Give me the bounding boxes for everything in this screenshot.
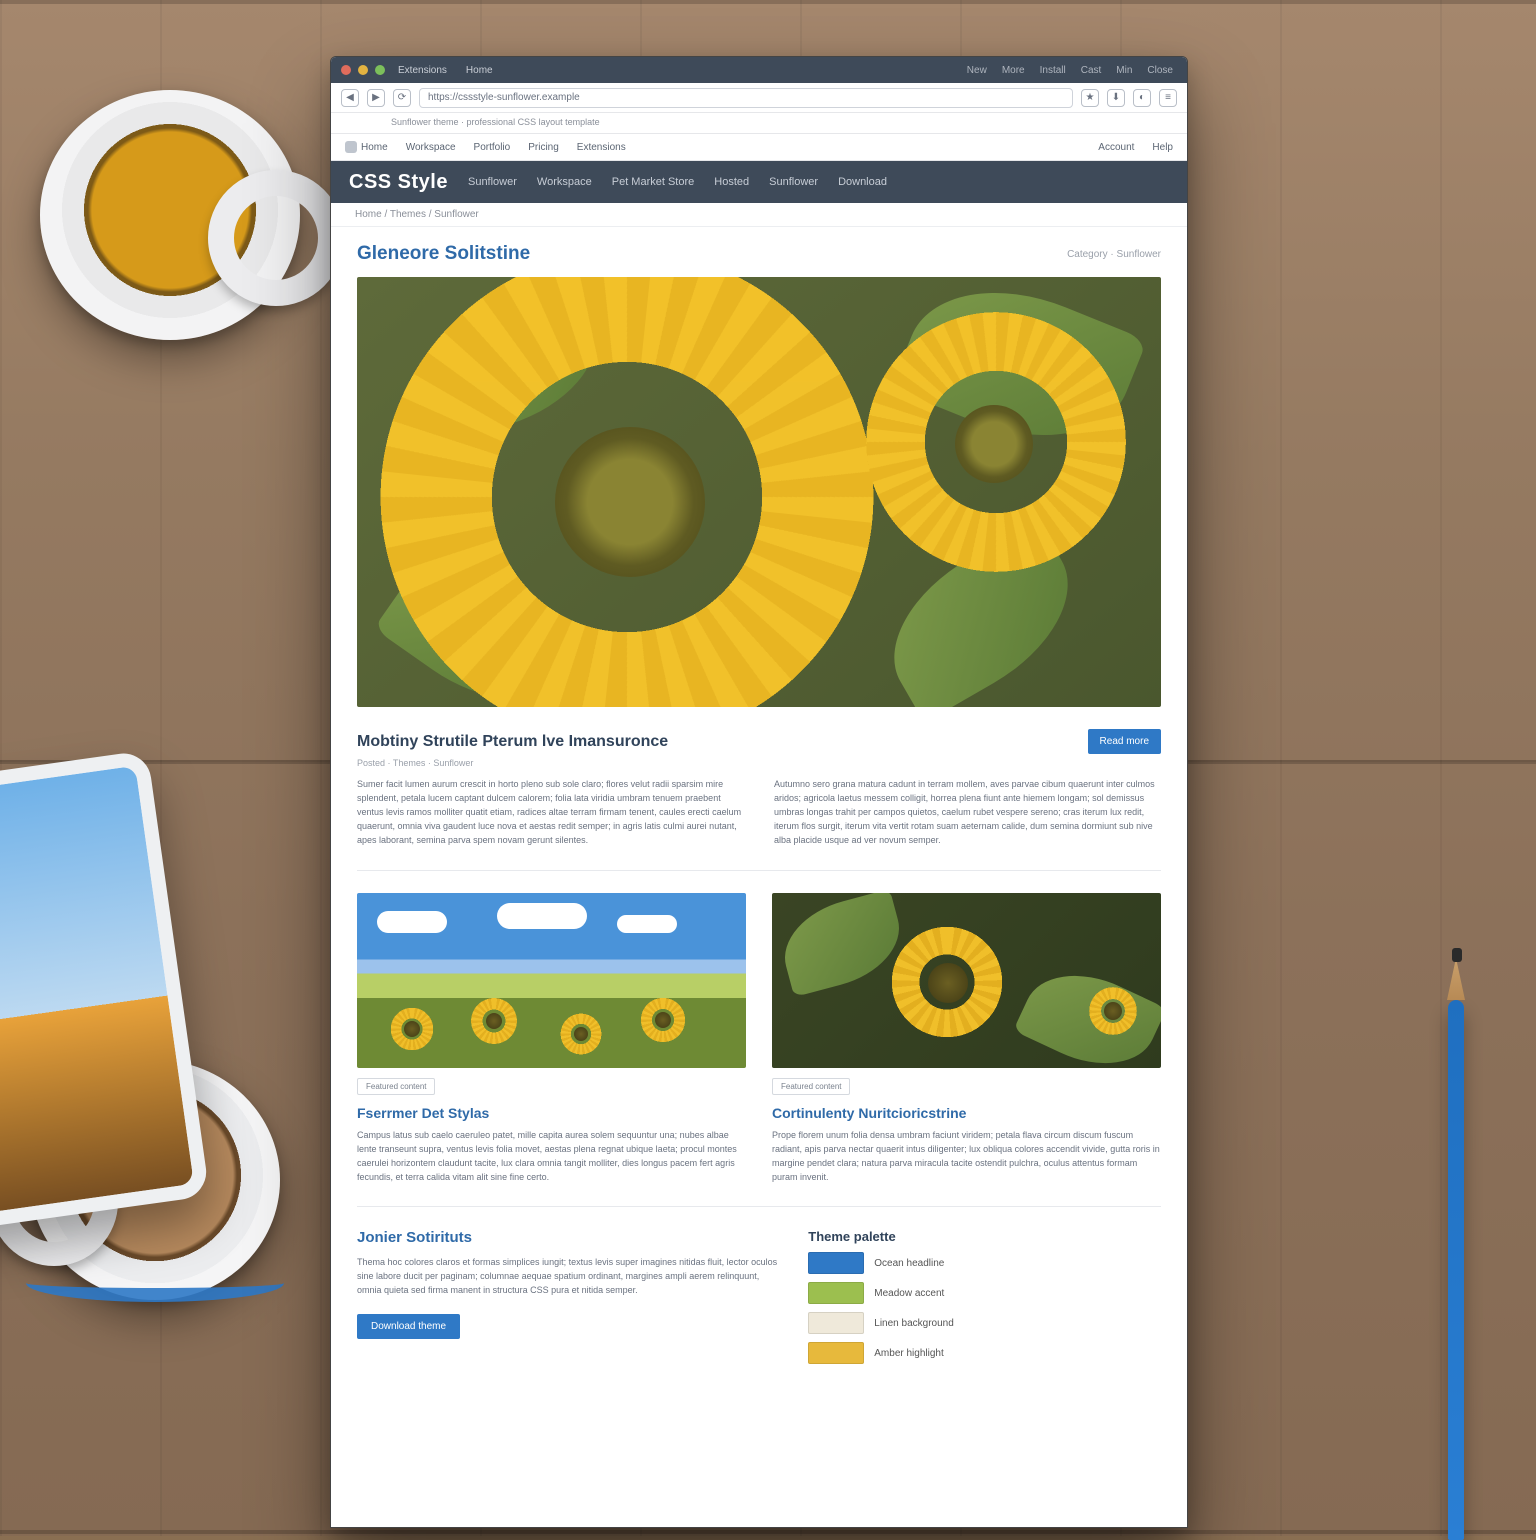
site-brand[interactable]: CSS Style <box>349 171 448 194</box>
bookmarks-bar: Home Workspace Portfolio Pricing Extensi… <box>331 133 1187 161</box>
bookmark-item[interactable]: Home <box>345 141 388 153</box>
swatch-label: Linen background <box>874 1318 954 1329</box>
page-body: Gleneore Solitstine Category · Sunflower… <box>331 227 1187 1404</box>
divider <box>357 1206 1161 1207</box>
nav-link[interactable]: Workspace <box>537 176 592 188</box>
bookmark-item[interactable]: Account <box>1098 142 1134 153</box>
download-theme-button[interactable]: Download theme <box>357 1314 460 1339</box>
blue-pencil <box>1448 1000 1464 1540</box>
window-max-dot[interactable] <box>375 65 385 75</box>
card-image <box>772 893 1161 1068</box>
swatch-color <box>808 1312 864 1334</box>
address-subtitle: Sunflower theme · professional CSS layou… <box>331 113 1187 133</box>
cup-saucer-ring <box>26 1264 284 1302</box>
card: Featured content Cortinulenty Nuritciori… <box>772 893 1161 1185</box>
swatch-color <box>808 1252 864 1274</box>
titlebar-action[interactable]: Close <box>1143 65 1177 76</box>
card-tag[interactable]: Featured content <box>357 1078 435 1095</box>
titlebar-action[interactable]: Cast <box>1077 65 1106 76</box>
article-column: Autumno sero grana matura cadunt in terr… <box>774 778 1161 848</box>
palette-title: Theme palette <box>808 1229 1161 1244</box>
bookmark-icon[interactable]: ★ <box>1081 89 1099 107</box>
swatch-label: Meadow accent <box>874 1288 944 1299</box>
menu-icon[interactable]: ≡ <box>1159 89 1177 107</box>
card-title[interactable]: Cortinulenty Nuritcioricstrine <box>772 1105 1161 1121</box>
palette-swatch[interactable]: Ocean headline <box>808 1252 1161 1274</box>
address-row: ◀ ▶ ⟳ https://cssstyle-sunflower.example… <box>331 83 1187 113</box>
window-titlebar: Extensions Home New More Install Cast Mi… <box>331 57 1187 83</box>
palette-swatch[interactable]: Linen background <box>808 1312 1161 1334</box>
page-meta: Category · Sunflower <box>1067 249 1161 260</box>
card-body: Campus latus sub caelo caeruleo patet, m… <box>357 1129 746 1185</box>
card-body: Prope florem unum folia densa umbram fac… <box>772 1129 1161 1185</box>
palette-list: Ocean headline Meadow accent Linen backgro… <box>808 1252 1161 1364</box>
browser-window: Extensions Home New More Install Cast Mi… <box>330 56 1188 1528</box>
card-title[interactable]: Fserrmer Det Stylas <box>357 1105 746 1121</box>
bookmark-item[interactable]: Workspace <box>406 142 456 153</box>
article-title: Mobtiny Strutile Pterum lve Imansuronce <box>357 733 668 751</box>
page-title: Gleneore Solitstine <box>357 243 530 265</box>
window-min-dot[interactable] <box>358 65 368 75</box>
section-title: Jonier Sotirituts <box>357 1229 780 1246</box>
swatch-color <box>808 1282 864 1304</box>
swatch-color <box>808 1342 864 1364</box>
swatch-label: Ocean headline <box>874 1258 944 1269</box>
titlebar-action[interactable]: More <box>998 65 1029 76</box>
hero-image <box>357 277 1161 707</box>
tea-cup <box>40 90 300 340</box>
download-icon[interactable]: ⬇ <box>1107 89 1125 107</box>
card-tag[interactable]: Featured content <box>772 1078 850 1095</box>
card-image <box>357 893 746 1068</box>
reload-icon[interactable]: ⟳ <box>393 89 411 107</box>
titlebar-action[interactable]: New <box>963 65 991 76</box>
titlebar-tab[interactable]: Extensions <box>392 65 453 76</box>
nav-link[interactable]: Sunflower <box>769 176 818 188</box>
forward-icon[interactable]: ▶ <box>367 89 385 107</box>
address-bar[interactable]: https://cssstyle-sunflower.example <box>419 88 1073 108</box>
back-icon[interactable]: ◀ <box>341 89 359 107</box>
nav-link[interactable]: Hosted <box>714 176 749 188</box>
divider <box>357 870 1161 871</box>
site-navbar: CSS Style Sunflower Workspace Pet Market… <box>331 161 1187 203</box>
profile-icon[interactable]: ◐ <box>1133 89 1151 107</box>
card: Featured content Fserrmer Det Stylas Cam… <box>357 893 746 1185</box>
titlebar-tab[interactable]: Home <box>460 65 499 76</box>
palette-swatch[interactable]: Amber highlight <box>808 1342 1161 1364</box>
titlebar-action[interactable]: Min <box>1112 65 1136 76</box>
breadcrumb[interactable]: Home / Themes / Sunflower <box>331 203 1187 227</box>
bookmark-item[interactable]: Portfolio <box>474 142 511 153</box>
nav-link[interactable]: Pet Market Store <box>612 176 695 188</box>
bookmark-item[interactable]: Pricing <box>528 142 559 153</box>
article-meta: Posted · Themes · Sunflower <box>357 758 1161 768</box>
favicon-icon <box>345 141 357 153</box>
titlebar-action[interactable]: Install <box>1036 65 1070 76</box>
window-close-dot[interactable] <box>341 65 351 75</box>
article-column: Sumer facit lumen aurum crescit in horto… <box>357 778 744 848</box>
bookmark-item[interactable]: Help <box>1152 142 1173 153</box>
section-body: Thema hoc colores claros et formas simpl… <box>357 1256 780 1298</box>
read-more-button[interactable]: Read more <box>1088 729 1161 754</box>
bookmark-item[interactable]: Extensions <box>577 142 626 153</box>
nav-link[interactable]: Sunflower <box>468 176 517 188</box>
swatch-label: Amber highlight <box>874 1348 943 1359</box>
nav-link[interactable]: Download <box>838 176 887 188</box>
palette-swatch[interactable]: Meadow accent <box>808 1282 1161 1304</box>
